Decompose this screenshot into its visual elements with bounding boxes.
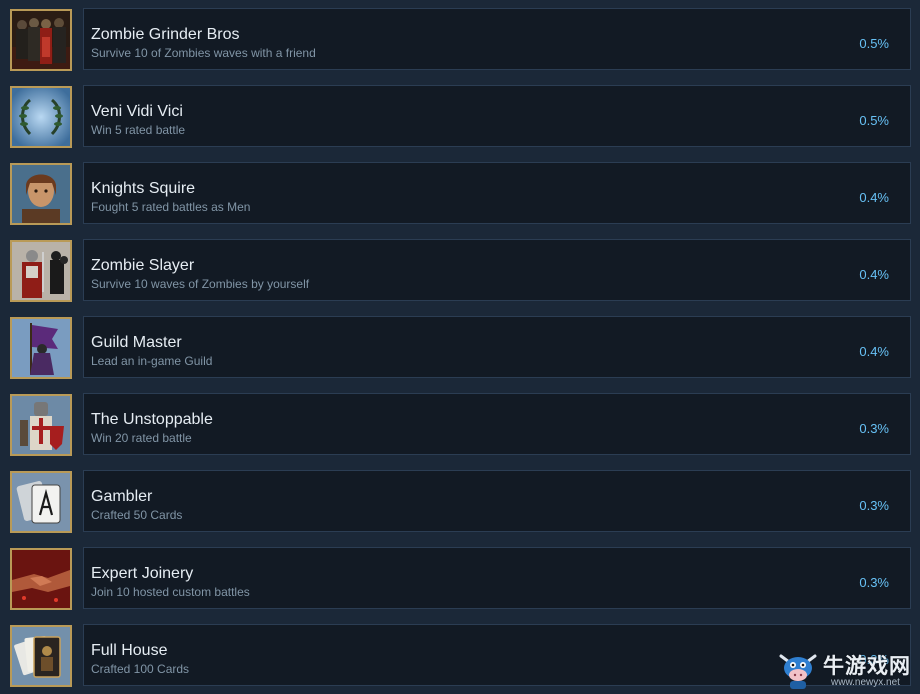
achievement-description: Survive 10 of Zombies waves with a frien…	[91, 46, 316, 60]
achievement-panel: Zombie Slayer Survive 10 waves of Zombie…	[83, 239, 911, 301]
achievement-description: Lead an in-game Guild	[91, 354, 213, 368]
achievement-description: Win 20 rated battle	[91, 431, 192, 445]
handshake-icon	[10, 548, 72, 610]
achievement-panel: The Unstoppable Win 20 rated battle 0.3%	[83, 393, 911, 455]
achievement-panel: Knights Squire Fought 5 rated battles as…	[83, 162, 911, 224]
laurel-wreath-icon	[10, 86, 72, 148]
card-hand-icon	[10, 625, 72, 687]
achievement-description: Crafted 100 Cards	[91, 662, 190, 676]
achievement-row[interactable]: Zombie Grinder Bros Survive 10 of Zombie…	[0, 8, 920, 72]
achievement-panel: Veni Vidi Vici Win 5 rated battle 0.5%	[83, 85, 911, 147]
achievement-row[interactable]: Guild Master Lead an in-game Guild 0.4%	[0, 316, 920, 380]
achievement-description: Crafted 50 Cards	[91, 508, 183, 522]
achievement-title: Veni Vidi Vici	[91, 103, 183, 120]
watermark-brand: 牛游戏网	[823, 654, 911, 678]
cow-mascot-icon	[779, 654, 817, 689]
achievement-row[interactable]: Veni Vidi Vici Win 5 rated battle 0.5%	[0, 85, 920, 149]
achievement-title: Gambler	[91, 488, 153, 505]
achievement-description: Survive 10 waves of Zombies by yourself	[91, 277, 310, 291]
achievement-row[interactable]: Expert Joinery Join 10 hosted custom bat…	[0, 547, 920, 611]
achievement-panel: Guild Master Lead an in-game Guild 0.4%	[83, 316, 911, 378]
unlock-percentage: 0.3%	[859, 575, 889, 590]
zombie-horde-icon	[10, 9, 72, 71]
watermark-url: www.newyx.net	[831, 677, 900, 688]
achievement-title: Zombie Slayer	[91, 257, 195, 274]
achievement-title: Zombie Grinder Bros	[91, 26, 240, 43]
achievement-title: Guild Master	[91, 334, 182, 351]
unlock-percentage: 0.3%	[859, 421, 889, 436]
achievement-title: Expert Joinery	[91, 565, 194, 582]
achievement-row[interactable]: The Unstoppable Win 20 rated battle 0.3%	[0, 393, 920, 457]
zombie-slayer-icon	[10, 240, 72, 302]
crusader-knight-icon	[10, 394, 72, 456]
unlock-percentage: 0.5%	[859, 113, 889, 128]
achievement-title: Knights Squire	[91, 180, 196, 197]
achievement-panel: Gambler Crafted 50 Cards 0.3%	[83, 470, 911, 532]
squire-portrait-icon	[10, 163, 72, 225]
unlock-percentage: 0.4%	[859, 267, 889, 282]
achievement-panel: Zombie Grinder Bros Survive 10 of Zombie…	[83, 8, 911, 70]
achievement-row[interactable]: Knights Squire Fought 5 rated battles as…	[0, 162, 920, 226]
unlock-percentage: 0.3%	[859, 498, 889, 513]
unlock-percentage: 0.4%	[859, 190, 889, 205]
unlock-percentage: 0.5%	[859, 36, 889, 51]
site-watermark: 牛游戏网 www.newyx.net	[775, 646, 920, 694]
unlock-percentage: 0.4%	[859, 344, 889, 359]
achievement-description: Join 10 hosted custom battles	[91, 585, 250, 599]
achievement-row[interactable]: Zombie Slayer Survive 10 waves of Zombie…	[0, 239, 920, 303]
guild-banner-icon	[10, 317, 72, 379]
achievement-title: Full House	[91, 642, 168, 659]
achievement-description: Win 5 rated battle	[91, 123, 186, 137]
achievement-row[interactable]: Gambler Crafted 50 Cards 0.3%	[0, 470, 920, 534]
achievement-panel: Expert Joinery Join 10 hosted custom bat…	[83, 547, 911, 609]
achievement-title: The Unstoppable	[91, 411, 213, 428]
achievement-description: Fought 5 rated battles as Men	[91, 200, 251, 214]
playing-cards-icon	[10, 471, 72, 533]
